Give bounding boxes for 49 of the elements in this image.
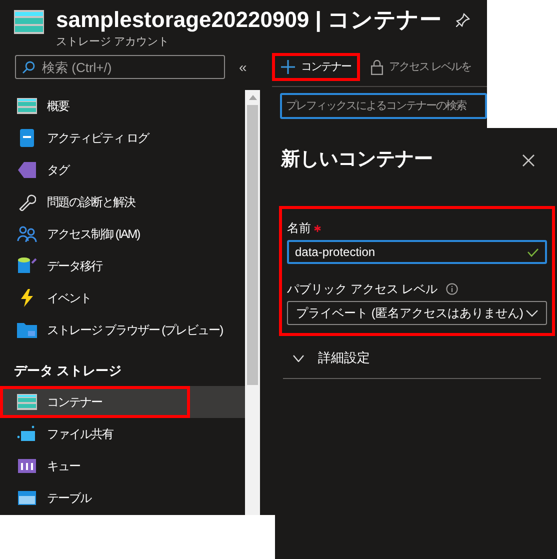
add-container-button[interactable]: コンテナー <box>272 53 360 81</box>
chevron-down-icon <box>293 354 304 362</box>
lightning-icon <box>20 289 34 307</box>
plus-icon <box>281 60 295 74</box>
field-label: 名前 <box>287 220 311 237</box>
access-level-dropdown[interactable]: プライベート (匿名アクセスはありません) <box>287 301 547 325</box>
panel-title: 新しいコンテナー <box>281 148 433 172</box>
section-heading: データ ストレージ <box>14 362 122 380</box>
lock-icon <box>371 60 383 74</box>
container-search-field[interactable]: プレフィックスによるコンテナーの検索 <box>280 93 487 119</box>
folder-icon <box>17 322 37 338</box>
sidebar-item[interactable]: データ移行 <box>0 250 190 282</box>
sidebar-item[interactable]: タグ <box>0 154 190 186</box>
sidebar-item[interactable]: アクセス制御 (IAM) <box>0 218 190 250</box>
storage-icon <box>14 10 44 34</box>
sidebar-item[interactable]: 問題の診断と解決 <box>0 186 190 218</box>
people-icon <box>17 226 37 242</box>
page-subtitle: ストレージ アカウント <box>56 35 170 50</box>
advanced-settings-toggle[interactable]: 詳細設定 <box>293 346 553 370</box>
log-icon <box>20 129 34 147</box>
storage-icon <box>17 394 37 410</box>
sidebar-item[interactable]: テーブル <box>0 482 190 514</box>
collapse-button[interactable]: « <box>239 56 247 78</box>
access-level-button[interactable]: アクセス レベルを <box>362 53 480 81</box>
info-icon[interactable] <box>446 283 458 295</box>
queue-icon <box>18 459 36 473</box>
scrollbar[interactable] <box>245 90 260 515</box>
name-field[interactable]: data-protection <box>287 240 547 264</box>
sidebar-item[interactable]: 概要 <box>0 90 190 122</box>
page-title: samplestorage20220909 | コンテナー <box>56 6 442 34</box>
check-icon <box>527 248 539 256</box>
storage-icon <box>17 98 37 114</box>
field-label: パブリック アクセス レベル <box>287 281 438 298</box>
table-icon <box>18 491 36 505</box>
pin-icon[interactable] <box>456 13 470 27</box>
sidebar-item[interactable]: イベント <box>0 282 190 314</box>
close-icon[interactable] <box>522 154 535 166</box>
chevron-down-icon <box>526 310 538 316</box>
sidebar-item[interactable]: キュー <box>0 450 190 482</box>
sidebar-item[interactable]: ストレージ ブラウザー (プレビュー) <box>0 314 226 346</box>
sidebar-item[interactable]: コンテナー <box>0 386 190 418</box>
bucket-icon <box>17 257 37 275</box>
search-icon <box>22 61 35 74</box>
wrench-icon <box>18 193 36 211</box>
tag-icon <box>18 162 36 178</box>
file-share-icon <box>17 425 37 443</box>
search-field[interactable]: 検索 (Ctrl+/) <box>15 55 225 79</box>
sidebar-item[interactable]: アクティビティ ログ <box>0 122 190 154</box>
sidebar-item[interactable]: ファイル共有 <box>0 418 190 450</box>
